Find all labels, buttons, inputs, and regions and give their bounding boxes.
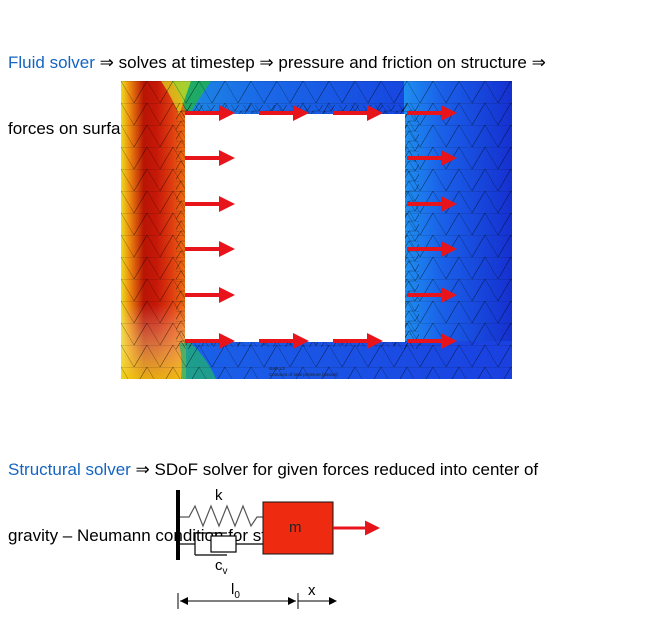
- structure-body: [185, 114, 405, 342]
- length-arrowhead-right: [288, 597, 296, 605]
- spring-label: k: [215, 487, 223, 504]
- length-label: l0: [231, 581, 240, 601]
- mesh-caption-line2: Contours of total pressure (pascal): [269, 372, 339, 377]
- fluid-pressure-contour-figure: step 1/2 Contours of total pressure (pas…: [121, 81, 512, 379]
- damper-label: cv: [215, 557, 228, 577]
- mass-label: m: [289, 519, 302, 536]
- displacement-arrowhead: [329, 597, 337, 605]
- damper-piston: [210, 535, 237, 553]
- mesh-caption-line1: step 1/2: [269, 366, 286, 371]
- length-arrowhead-left: [180, 597, 188, 605]
- fluid-solver-term: Fluid solver: [8, 53, 95, 72]
- structural-line1-text: ⇒ SDoF solver for given forces reduced i…: [130, 460, 539, 479]
- sdof-model-diagram: k cv m l0 x: [176, 487, 380, 609]
- fluid-line1-text: ⇒ solves at timestep ⇒ pressure and fric…: [94, 53, 546, 72]
- spring: [180, 504, 263, 528]
- displacement-label: x: [308, 582, 316, 599]
- structural-solver-term: Structural solver: [8, 460, 131, 479]
